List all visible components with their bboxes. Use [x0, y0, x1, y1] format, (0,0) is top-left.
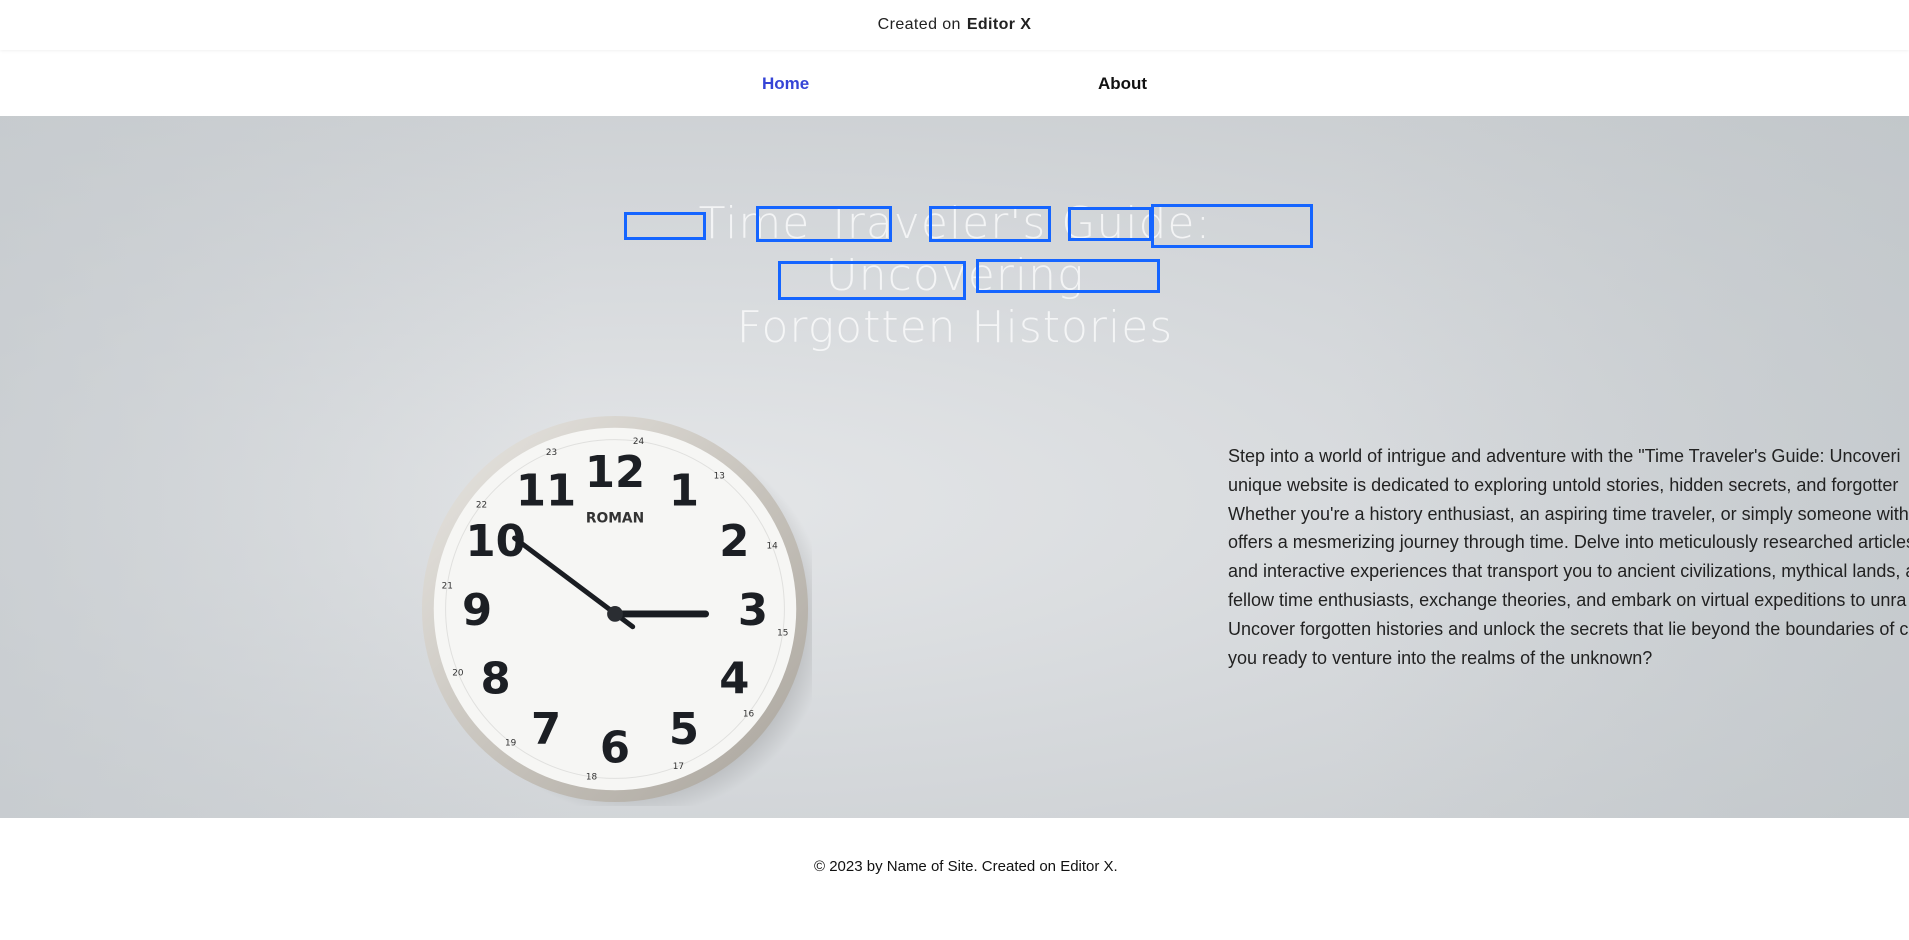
wall-clock-image: 12 1234567891011 241314151617181920212223…: [421, 415, 812, 806]
clock-numeral: 1: [669, 466, 699, 516]
highlight-box-time: [624, 212, 706, 240]
footer-copyright: © 2023 by Name of Site. Created on Edito…: [814, 858, 1118, 875]
clock-minute-label: 16: [743, 709, 755, 719]
highlight-box-unc: [1068, 207, 1152, 241]
description-line: offers a mesmerizing journey through tim…: [1228, 532, 1909, 553]
description-line: Uncover forgotten histories and unlock t…: [1228, 618, 1909, 639]
description-line: you ready to venture into the realms of …: [1228, 647, 1653, 668]
clock-numeral: 12: [585, 448, 645, 498]
site-footer: © 2023 by Name of Site. Created on Edito…: [0, 818, 1909, 940]
clock-numeral: 3: [738, 586, 768, 636]
hero-title-line2: Forgotten Histories: [736, 302, 1174, 353]
clock-minute-label: 23: [546, 448, 557, 458]
description-line: Step into a world of intrigue and advent…: [1228, 446, 1901, 466]
clock-numeral: 2: [719, 517, 749, 567]
clock-minute-label: 13: [714, 471, 725, 481]
clock-center: [607, 606, 623, 622]
highlight-box-travelers: [756, 206, 892, 242]
clock-minute-label: 21: [442, 581, 453, 591]
nav-about-link[interactable]: About: [1098, 74, 1147, 94]
clock-numeral: 11: [516, 466, 576, 516]
description-line: unique website is dedicated to exploring…: [1228, 474, 1899, 495]
editor-x-banner[interactable]: Created on Editor X: [0, 0, 1909, 50]
clock-minute-label: 17: [673, 762, 684, 772]
main-nav: Home About: [0, 50, 1909, 116]
nav-home-link[interactable]: Home: [762, 74, 809, 94]
banner-brand[interactable]: Editor X: [967, 16, 1032, 34]
description-line: Whether you're a history enthusiast, an …: [1228, 503, 1909, 524]
clock-numeral: 8: [481, 655, 511, 705]
banner-prefix: Created on: [877, 16, 961, 33]
clock-numeral: 4: [719, 655, 749, 705]
clock-numeral: 9: [462, 586, 492, 636]
description-line: fellow time enthusiasts, exchange theori…: [1228, 589, 1907, 610]
description-line: and interactive experiences that transpo…: [1228, 561, 1909, 582]
clock-minute-label: 22: [476, 501, 487, 511]
highlight-box-overing: [1151, 204, 1313, 248]
clock-minute-label: 24: [633, 437, 645, 447]
clock-minute-label: 18: [586, 773, 598, 783]
clock-minute-label: 15: [777, 628, 788, 638]
clock-minute-label: 20: [452, 668, 464, 678]
clock-numeral: 6: [600, 724, 630, 774]
clock-numeral: 5: [669, 705, 699, 755]
hero-section: 12 1 2 3 4 5 6 7 8 9 10 11 24 13 14 15 16 17 18 19 20 21 22 23…: [0, 116, 1909, 818]
highlight-box-histories: [976, 259, 1160, 293]
highlight-box-guide: [929, 206, 1051, 242]
hero-description: Step into a world of intrigue and advent…: [1228, 442, 1909, 672]
clock-brand: ROMAN: [586, 510, 644, 526]
highlight-box-forgotten: [778, 261, 966, 300]
clock-minute-label: 19: [505, 738, 517, 748]
clock-numeral: 7: [531, 705, 561, 755]
clock-minute-label: 14: [766, 542, 778, 552]
